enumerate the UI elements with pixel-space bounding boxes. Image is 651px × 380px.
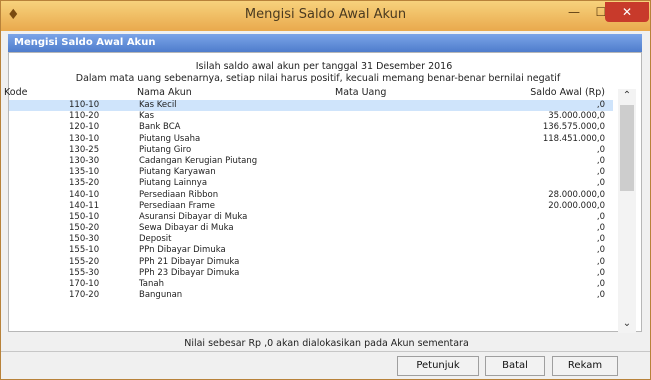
row-nama-akun: Piutang Lainnya	[139, 178, 208, 189]
row-saldo[interactable]: 118.451.000,0	[479, 134, 605, 145]
row-saldo[interactable]: ,0	[479, 257, 605, 268]
row-nama-akun: Piutang Giro	[139, 144, 192, 155]
column-header-nama-akun[interactable]: Nama Akun	[137, 87, 192, 99]
petunjuk-button[interactable]: Petunjuk	[397, 356, 479, 376]
row-kode: 140-10	[69, 189, 100, 200]
row-kode: 120-10	[69, 122, 100, 133]
row-saldo[interactable]: ,0	[479, 279, 605, 290]
allocation-note: Nilai sebesar Rp ,0 akan dialokasikan pa…	[184, 338, 469, 349]
row-nama-akun: Piutang Karyawan	[139, 167, 216, 178]
row-saldo[interactable]: ,0	[479, 223, 605, 234]
row-saldo[interactable]: ,0	[479, 178, 605, 189]
table-row[interactable]: 150-30 Deposit ,0	[9, 234, 613, 245]
row-nama-akun: Persediaan Ribbon	[139, 189, 219, 200]
row-nama-akun: PPh 21 Dibayar Dimuka	[139, 256, 240, 267]
table-row[interactable]: 140-10 Persediaan Ribbon 28.000.000,0	[9, 190, 613, 201]
row-nama-akun: Persediaan Frame	[139, 200, 215, 211]
column-header-saldo-awal[interactable]: Saldo Awal (Rp)	[479, 87, 605, 99]
table-row[interactable]: 170-20 Bangunan ,0	[9, 290, 613, 301]
row-nama-akun: PPn Dibayar Dimuka	[139, 245, 226, 256]
row-nama-akun: Kas	[139, 111, 155, 122]
row-kode: 170-20	[69, 290, 100, 301]
title-bar[interactable]: ♦ Mengisi Saldo Awal Akun — ☐ ✕	[1, 1, 650, 31]
row-kode: 150-30	[69, 234, 100, 245]
row-kode: 130-30	[69, 155, 100, 166]
row-saldo[interactable]: ,0	[479, 268, 605, 279]
table-row[interactable]: 135-10 Piutang Karyawan ,0	[9, 167, 613, 178]
account-balance-panel: Isilah saldo awal akun per tanggal 31 De…	[4, 52, 642, 333]
scrollbar-thumb[interactable]	[620, 105, 634, 191]
row-saldo[interactable]: ,0	[479, 145, 605, 156]
row-nama-akun: Sewa Dibayar di Muka	[139, 223, 234, 234]
main-window: ♦ Mengisi Saldo Awal Akun — ☐ ✕ Mengisi …	[0, 0, 651, 380]
row-kode: 150-10	[69, 211, 100, 222]
scroll-down-icon[interactable]: ⌄	[618, 317, 636, 331]
row-kode: 170-10	[69, 279, 100, 289]
row-saldo[interactable]: ,0	[479, 234, 605, 245]
table-row[interactable]: 110-10 Kas Kecil ,0	[9, 100, 613, 112]
row-nama-akun: Tanah	[139, 279, 164, 289]
row-nama-akun: Piutang Usaha	[139, 133, 201, 144]
row-kode: 110-20	[69, 111, 100, 122]
account-table: 110-10 Kas Kecil ,0 110-20 Kas 35.000.000,0 …	[9, 100, 613, 301]
section-header: Mengisi Saldo Awal Akun	[8, 34, 642, 52]
table-row[interactable]: 130-30 Cadangan Kerugian Piutang ,0	[9, 156, 613, 167]
row-nama-akun: PPh 23 Dibayar Dimuka	[139, 267, 240, 278]
table-row[interactable]: 170-10 Tanah ,0	[9, 279, 613, 290]
row-saldo[interactable]: ,0	[479, 156, 605, 167]
row-kode: 130-10	[69, 133, 100, 144]
window-title: Mengisi Saldo Awal Akun	[244, 7, 407, 22]
row-kode: 155-30	[69, 267, 100, 278]
row-saldo[interactable]: ,0	[479, 167, 605, 178]
row-nama-akun: Bank BCA	[139, 122, 181, 133]
table-row[interactable]: 120-10 Bank BCA 136.575.000,0	[9, 122, 613, 133]
row-kode: 155-20	[69, 256, 100, 267]
info-instruction-line: Dalam mata uang sebenarnya, setiap nilai…	[75, 73, 561, 84]
table-row[interactable]: 155-30 PPh 23 Dibayar Dimuka ,0	[9, 268, 613, 279]
column-header-kode[interactable]: Kode	[4, 87, 27, 99]
row-nama-akun: Kas Kecil	[139, 100, 177, 110]
row-saldo[interactable]: 35.000.000,0	[479, 111, 605, 122]
row-kode: 135-20	[69, 178, 100, 189]
row-saldo[interactable]: 136.575.000,0	[479, 122, 605, 133]
row-saldo[interactable]: ,0	[479, 100, 605, 111]
info-date-line: Isilah saldo awal akun per tanggal 31 De…	[195, 61, 453, 72]
row-nama-akun: Deposit	[139, 234, 172, 245]
table-row[interactable]: 150-20 Sewa Dibayar di Muka ,0	[9, 223, 613, 234]
row-saldo[interactable]: ,0	[479, 290, 605, 301]
table-row[interactable]: 155-20 PPh 21 Dibayar Dimuka ,0	[9, 257, 613, 268]
row-saldo[interactable]: ,0	[479, 212, 605, 223]
close-button[interactable]: ✕	[605, 2, 649, 22]
table-row[interactable]: 130-25 Piutang Giro ,0	[9, 145, 613, 156]
table-row[interactable]: 130-10 Piutang Usaha 118.451.000,0	[9, 134, 613, 145]
row-kode: 110-10	[69, 100, 100, 110]
row-nama-akun: Cadangan Kerugian Piutang	[139, 155, 258, 166]
row-kode: 155-10	[69, 245, 100, 256]
batal-button[interactable]: Batal	[485, 356, 545, 376]
scroll-up-icon[interactable]: ⌃	[618, 89, 636, 103]
row-saldo[interactable]: 20.000.000,0	[479, 201, 605, 212]
table-row[interactable]: 135-20 Piutang Lainnya ,0	[9, 178, 613, 189]
rekam-button[interactable]: Rekam	[552, 356, 618, 376]
table-row[interactable]: 155-10 PPn Dibayar Dimuka ,0	[9, 245, 613, 256]
table-row[interactable]: 140-11 Persediaan Frame 20.000.000,0	[9, 201, 613, 212]
row-nama-akun: Asuransi Dibayar di Muka	[139, 211, 248, 222]
row-nama-akun: Bangunan	[139, 290, 183, 301]
row-kode: 135-10	[69, 167, 100, 178]
vertical-scrollbar[interactable]: ⌃ ⌄	[618, 89, 636, 333]
row-kode: 130-25	[69, 144, 100, 155]
table-row[interactable]: 150-10 Asuransi Dibayar di Muka ,0	[9, 212, 613, 223]
row-saldo[interactable]: 28.000.000,0	[479, 190, 605, 201]
row-kode: 140-11	[69, 200, 100, 211]
row-saldo[interactable]: ,0	[479, 245, 605, 256]
minimize-button[interactable]: —	[561, 2, 587, 22]
row-kode: 150-20	[69, 223, 100, 234]
table-row[interactable]: 110-20 Kas 35.000.000,0	[9, 111, 613, 122]
column-header-mata-uang[interactable]: Mata Uang	[335, 87, 386, 99]
footer-divider	[1, 351, 650, 352]
